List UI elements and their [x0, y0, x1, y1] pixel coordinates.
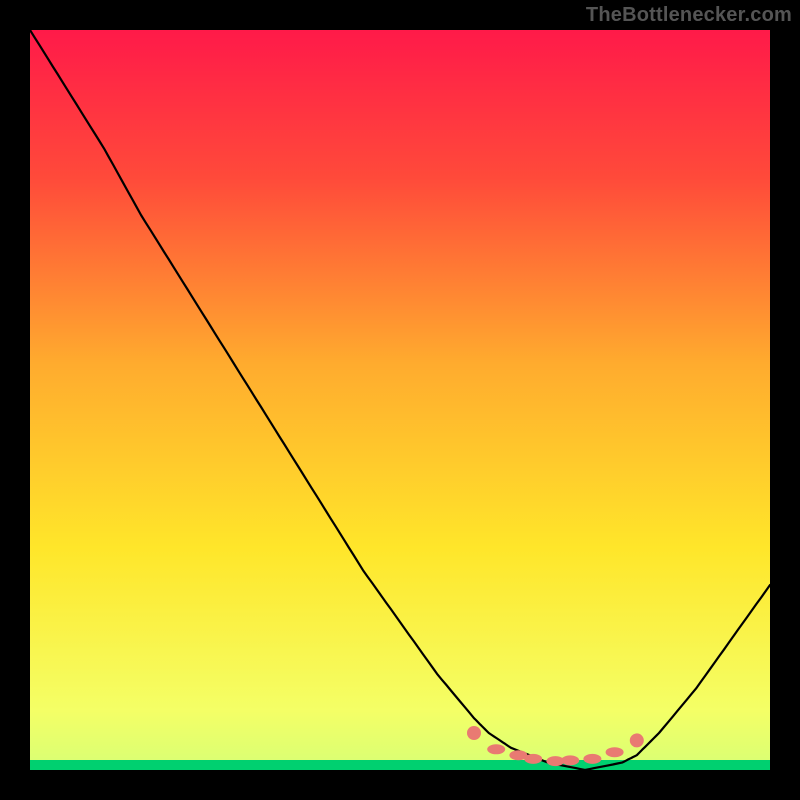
chart-frame: TheBottlenecker.com: [0, 0, 800, 800]
optimal-dot: [561, 755, 579, 765]
watermark-text: TheBottlenecker.com: [586, 4, 792, 27]
optimal-dot: [467, 726, 481, 740]
optimal-dot: [583, 754, 601, 764]
optimal-dot: [524, 754, 542, 764]
plot-area: [30, 30, 770, 770]
gradient-background: [30, 30, 770, 770]
optimal-dot: [606, 747, 624, 757]
bottleneck-chart: [30, 30, 770, 770]
optimal-dot: [630, 733, 644, 747]
optimal-dot: [487, 744, 505, 754]
green-bottom-stripe: [30, 760, 770, 770]
